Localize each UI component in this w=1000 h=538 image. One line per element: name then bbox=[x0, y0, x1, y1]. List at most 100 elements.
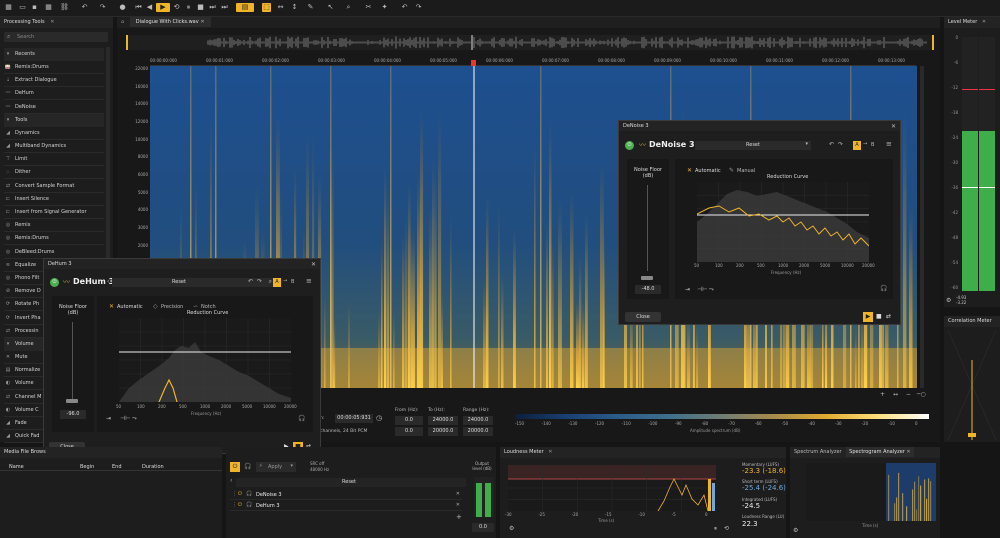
zoom-slider-icon[interactable]: ─○ bbox=[917, 391, 926, 398]
dehum-curve-graph[interactable] bbox=[119, 318, 291, 402]
spectrum-analyzer-tab[interactable]: Spectrum Analyzer bbox=[794, 449, 842, 455]
from-input-2[interactable]: 0.0 bbox=[395, 427, 423, 436]
selection-tool-icon[interactable]: ⬚ bbox=[262, 3, 271, 12]
mode-automatic[interactable]: Automatic bbox=[695, 168, 721, 174]
drag-handle-icon[interactable]: ⋮ bbox=[232, 491, 237, 497]
grid-icon[interactable]: ▦ bbox=[4, 3, 13, 12]
redo-icon[interactable]: ↷ bbox=[98, 3, 107, 12]
forward-icon[interactable]: ⏭ bbox=[208, 3, 217, 12]
zoom-in-icon[interactable]: + bbox=[880, 391, 885, 398]
pause-icon[interactable]: ⏸ bbox=[714, 525, 717, 533]
menu-icon[interactable]: ≡ bbox=[886, 140, 892, 148]
close-icon[interactable]: ✕ bbox=[50, 19, 54, 25]
record-icon[interactable]: ● bbox=[118, 3, 127, 12]
media-browser-tab[interactable]: Media File Brows bbox=[4, 449, 46, 455]
time-select-icon[interactable]: ↔ bbox=[276, 3, 285, 12]
close-button[interactable]: Close bbox=[625, 312, 661, 322]
home-icon[interactable]: ⌂ bbox=[121, 19, 124, 25]
power-icon[interactable]: ⏻ bbox=[625, 141, 634, 150]
headphones-icon[interactable]: 🎧 bbox=[246, 491, 252, 497]
vertical-scrollbar[interactable] bbox=[920, 66, 924, 388]
headphones-icon[interactable]: 🎧 bbox=[298, 415, 305, 422]
close-icon[interactable]: ✕ bbox=[891, 123, 896, 130]
chain-item-1[interactable]: ⋮ ⏻ 🎧 DeHum 3 ✕ bbox=[230, 501, 462, 511]
range-input-2[interactable]: 20000.0 bbox=[463, 427, 493, 436]
dropdown-icon[interactable]: ▾ bbox=[805, 141, 808, 147]
search-input[interactable]: Search bbox=[17, 34, 34, 40]
link-icon[interactable]: ⇥ bbox=[106, 415, 111, 422]
spectrogram-analyzer-tab[interactable]: Spectrogram Analyzer ✕ bbox=[846, 447, 914, 457]
power-icon[interactable]: ⏻ bbox=[238, 491, 242, 497]
noise-floor-slider-track[interactable] bbox=[647, 185, 648, 271]
loudness-meter-tab[interactable]: Loudness Meter bbox=[504, 449, 544, 455]
undo-icon[interactable]: ↶ bbox=[248, 278, 253, 285]
skip-end-icon[interactable]: ⏭ bbox=[220, 3, 229, 12]
processing-tools-tab[interactable]: Processing Tools bbox=[4, 19, 45, 25]
position-input[interactable]: 00:00:05:931 bbox=[335, 414, 373, 423]
gear-icon[interactable]: ⚙ bbox=[509, 525, 514, 532]
link-icon[interactable]: ⛓ bbox=[60, 3, 69, 12]
close-icon[interactable]: ✕ bbox=[982, 19, 986, 25]
undo-icon[interactable]: ↶ bbox=[400, 3, 409, 12]
correlation-meter-tab[interactable]: Correlation Meter bbox=[948, 318, 992, 324]
output-level-value[interactable]: 0.0 bbox=[472, 523, 494, 532]
close-icon[interactable]: ✕ bbox=[200, 19, 204, 25]
time-ruler[interactable]: 00:00:00:000 00:00:01:000 00:00:02:000 00:0… bbox=[150, 58, 916, 66]
grid-icon[interactable]: ▦ bbox=[44, 3, 53, 12]
scissors-icon[interactable]: ✂ bbox=[364, 3, 373, 12]
column-duration[interactable]: Duration bbox=[142, 464, 164, 470]
curve-icon[interactable]: ⤳ bbox=[132, 415, 137, 423]
cursor-icon[interactable]: ↖ bbox=[326, 3, 335, 12]
mode-automatic[interactable]: Automatic bbox=[117, 304, 143, 310]
ab-b-button[interactable]: B bbox=[871, 142, 874, 148]
close-icon[interactable]: ✕ bbox=[906, 449, 910, 455]
close-icon[interactable]: ✕ bbox=[311, 261, 316, 268]
headphones-icon[interactable]: 🎧 bbox=[244, 463, 251, 470]
redo-icon[interactable]: ↷ bbox=[257, 278, 262, 285]
column-name[interactable]: Name bbox=[9, 464, 24, 470]
from-input[interactable]: 0.0 bbox=[395, 416, 423, 425]
prev-preset-icon[interactable]: ‹ bbox=[107, 278, 109, 285]
chain-item-0[interactable]: ⋮ ⏻ 🎧 DeNoise 3 ✕ bbox=[230, 490, 462, 500]
stop-icon[interactable]: ■ bbox=[876, 313, 882, 320]
overview-waveform[interactable] bbox=[126, 35, 934, 50]
close-icon[interactable]: ✕ bbox=[456, 502, 460, 508]
power-icon[interactable]: ⏻ bbox=[230, 462, 240, 472]
redo-icon[interactable]: ↷ bbox=[414, 3, 423, 12]
mode-precision[interactable]: Precision bbox=[161, 304, 183, 310]
preset-selector[interactable]: Reset ▾ bbox=[695, 141, 811, 150]
folder-icon[interactable]: ▭ bbox=[18, 3, 27, 12]
dialog-title-bar[interactable]: DeNoise 3 bbox=[619, 121, 900, 131]
close-icon[interactable]: ✕ bbox=[456, 491, 460, 497]
rewind-icon[interactable]: ◀ bbox=[145, 3, 154, 12]
level-meter-tab[interactable]: Level Meter bbox=[948, 19, 977, 25]
drag-handle-icon[interactable]: ⋮ bbox=[232, 502, 237, 508]
undo-icon[interactable]: ↶ bbox=[829, 141, 834, 148]
noise-floor-slider-track[interactable] bbox=[72, 322, 73, 402]
loop-icon[interactable]: ⟲ bbox=[172, 3, 181, 12]
link-icon[interactable]: ⇥ bbox=[685, 286, 690, 293]
redo-icon[interactable]: ↷ bbox=[838, 141, 843, 148]
magnifier-icon[interactable]: ⌕ bbox=[344, 3, 353, 12]
column-end[interactable]: End bbox=[112, 464, 122, 470]
skip-start-icon[interactable]: ⏮ bbox=[134, 3, 143, 12]
noise-floor-slider-handle[interactable] bbox=[641, 276, 653, 280]
gear-icon[interactable]: ⚙ bbox=[793, 527, 798, 534]
stop-icon[interactable]: ■ bbox=[196, 3, 205, 12]
ab-a-button[interactable]: A bbox=[853, 141, 861, 150]
gear-icon[interactable]: ⚙ bbox=[946, 297, 951, 304]
curve-icon[interactable]: ⤳ bbox=[709, 286, 714, 294]
noise-floor-value[interactable]: -48.0 bbox=[635, 285, 661, 294]
column-begin[interactable]: Begin bbox=[80, 464, 94, 470]
save-icon[interactable]: ▪ bbox=[30, 3, 39, 12]
add-icon[interactable]: + bbox=[456, 513, 462, 521]
mirror-icon[interactable]: ⊣⊢ bbox=[697, 286, 707, 293]
zoom-out-icon[interactable]: − bbox=[906, 391, 911, 398]
ab-b-button[interactable]: B bbox=[291, 279, 294, 285]
mirror-icon[interactable]: ⊣⊢ bbox=[120, 415, 130, 422]
power-icon[interactable]: ⏻ bbox=[238, 502, 242, 508]
pencil-icon[interactable]: ✎ bbox=[306, 3, 315, 12]
file-tab[interactable]: Dialogue With Clicks.wav ✕ bbox=[129, 17, 211, 27]
bypass-icon[interactable]: ⇄ bbox=[886, 313, 891, 320]
apply-button[interactable]: ⚡ Apply ▾ bbox=[256, 462, 296, 472]
